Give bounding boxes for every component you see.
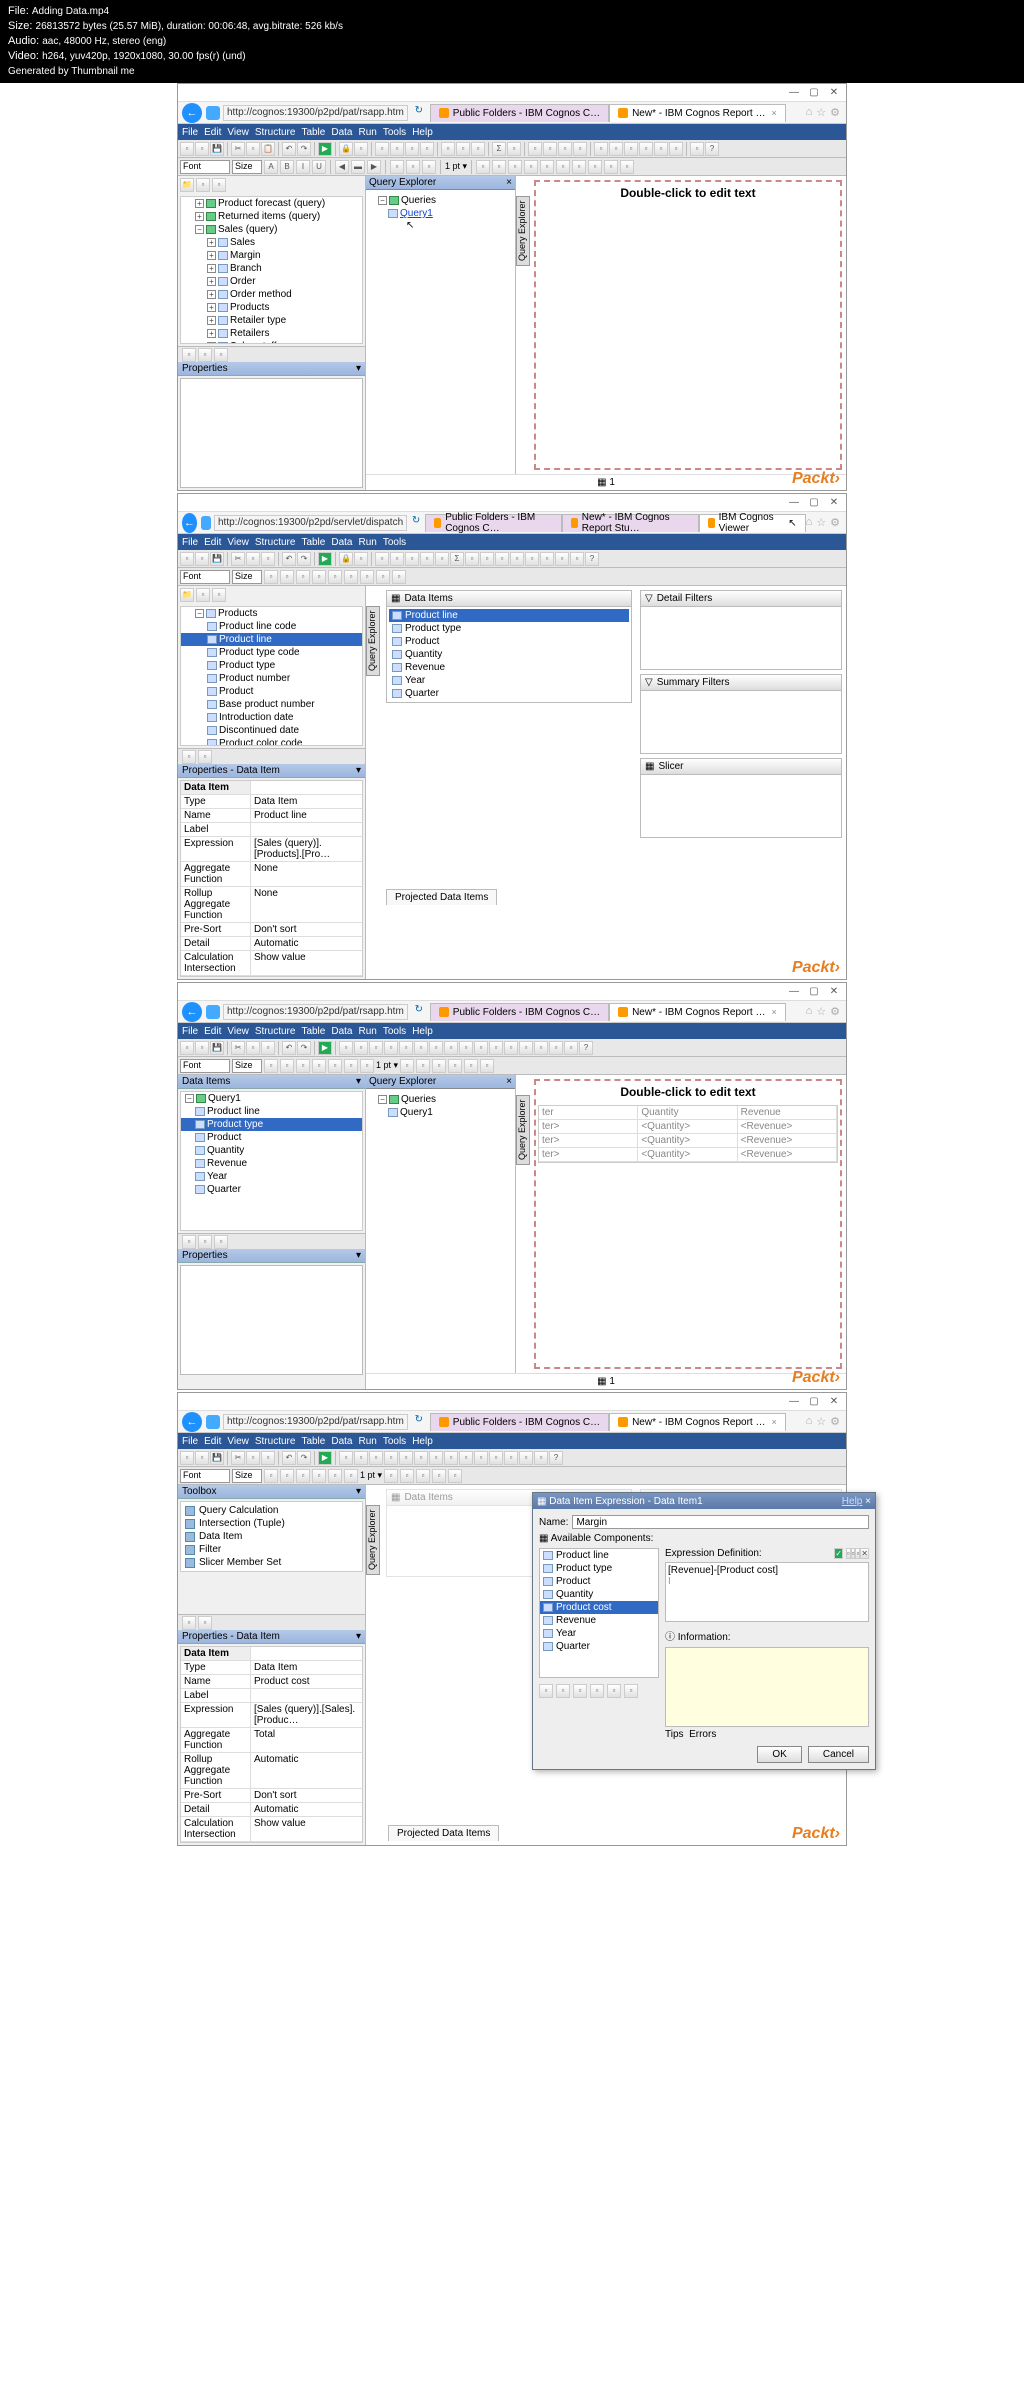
slicer-panel: ▦ Slicer [640, 758, 842, 838]
address-bar[interactable]: http://cognos:19300/p2pd/pat/rsapp.htm [223, 105, 408, 121]
tab-cognos-viewer[interactable]: IBM Cognos Viewer↖ [699, 514, 806, 532]
menu-view[interactable]: View [227, 127, 249, 138]
favorites-icon[interactable]: ☆ [816, 106, 826, 119]
properties-grid-4: Data Item TypeData Item NameProduct cost… [180, 1646, 363, 1843]
size-selector[interactable]: Size [232, 160, 262, 174]
source-tree[interactable]: +Product forecast (query) +Returned item… [180, 196, 363, 344]
expression-textarea[interactable]: [Revenue]-[Product cost]I [665, 1562, 869, 1622]
query1-link[interactable]: Query1 [374, 207, 507, 220]
close-icon[interactable]: × [506, 177, 512, 188]
toolbar-2: Font Size ABIU◀▬▶▫▫▫1 pt ▾▫▫▫▫▫▫▫▫▫▫ [178, 158, 846, 176]
data-items-panel: ▦ Data Items Product line Product type P… [386, 590, 632, 703]
data-preview-grid[interactable]: terQuantityRevenue ter><Quantity><Revenu… [538, 1105, 838, 1163]
menu-help[interactable]: Help [412, 127, 433, 138]
menu-table[interactable]: Table [301, 127, 325, 138]
cognos-icon [439, 108, 449, 118]
name-input[interactable] [572, 1515, 869, 1529]
menu-bar: File Edit View Structure Table Data Run … [178, 124, 846, 140]
information-label: Information: [678, 1632, 731, 1643]
cancel-button[interactable]: Cancel [808, 1746, 869, 1763]
close-icon[interactable]: × [771, 108, 776, 118]
menu-edit[interactable]: Edit [204, 127, 221, 138]
report-canvas: Double-click to edit text terQuantityRev… [534, 1079, 842, 1369]
information-panel [665, 1647, 869, 1727]
collapse-icon[interactable]: ▾ [356, 363, 361, 374]
properties-grid[interactable]: Data Item TypeData Item NameProduct line… [180, 780, 363, 977]
cognos-icon [618, 108, 628, 118]
available-components-label: ▦ Available Components: [539, 1533, 653, 1544]
menu-structure[interactable]: Structure [255, 127, 296, 138]
refresh-button[interactable]: ↻ [411, 105, 427, 121]
expression-definition-label: Expression Definition: [665, 1548, 762, 1560]
tab-new-report[interactable]: New* - IBM Cognos Report …× [609, 104, 786, 122]
screenshot-frame-2: —▢✕ ← http://cognos:19300/p2pd/servlet/d… [177, 493, 847, 980]
screenshot-frame-4: —▢✕ ← http://cognos:19300/p2pd/pat/rsapp… [177, 1392, 847, 1846]
toolbox-panel[interactable]: Query Calculation Intersection (Tuple) D… [180, 1501, 363, 1572]
name-label: Name: [539, 1517, 568, 1528]
font-selector[interactable]: Font [180, 160, 230, 174]
tool-query-calculation[interactable]: Query Calculation [183, 1504, 360, 1517]
menu-run[interactable]: Run [358, 127, 376, 138]
data-item[interactable]: Product line [389, 609, 629, 622]
menu-file[interactable]: File [182, 127, 198, 138]
screenshot-frame-3: —▢✕ ← http://cognos:19300/p2pd/pat/rsapp… [177, 982, 847, 1390]
left-panel: 📁▫▫ +Product forecast (query) +Returned … [178, 176, 366, 490]
projected-data-items-tab[interactable]: Projected Data Items [388, 1825, 499, 1841]
menu-data[interactable]: Data [331, 127, 352, 138]
available-components-tree[interactable]: Product line Product type Product Quanti… [539, 1548, 659, 1678]
dialog-titlebar[interactable]: ▦ Data Item Expression - Data Item1 Help… [533, 1493, 875, 1509]
center-area: Query Explorer× −Queries Query1 ↖ Query … [366, 176, 846, 490]
canvas-placeholder[interactable]: Double-click to edit text [536, 182, 840, 204]
properties-dataitem-title: Properties - Data Item▾ [178, 764, 365, 778]
tool-data-item[interactable]: Data Item [183, 1530, 360, 1543]
data-items-tree[interactable]: −Query1 Product line Product type Produc… [180, 1091, 363, 1231]
new-button[interactable]: ▫ [180, 142, 194, 156]
detail-filters-panel: ▽ Detail Filters [640, 590, 842, 670]
run-button[interactable]: ▶ [318, 142, 332, 156]
properties-panel [180, 378, 363, 488]
validate-button[interactable]: ✓ [834, 1548, 843, 1559]
errors-tab[interactable]: Errors [689, 1729, 716, 1740]
query-explorer-body: −Queries Query1 ↖ [366, 190, 515, 235]
tool-slicer-member-set[interactable]: Slicer Member Set [183, 1556, 360, 1569]
ok-button[interactable]: OK [757, 1746, 801, 1763]
query-explorer-tab[interactable]: Query Explorer [516, 196, 530, 266]
tool-intersection[interactable]: Intersection (Tuple) [183, 1517, 360, 1530]
page-number: ▦ 1 [366, 474, 846, 490]
maximize-button[interactable]: ▢ [808, 87, 820, 99]
tab-public-folders[interactable]: Public Folders - IBM Cognos C… [430, 104, 609, 122]
source-tab-icon[interactable]: 📁 [180, 178, 194, 192]
tool-filter[interactable]: Filter [183, 1543, 360, 1556]
query-explorer-title: Query Explorer× [366, 176, 515, 190]
video-info-header: File: Adding Data.mp4 Size: 26813572 byt… [0, 0, 1024, 83]
back-button[interactable]: ← [182, 103, 202, 123]
dialog-close-icon[interactable]: × [865, 1496, 871, 1507]
screenshot-frame-1: — ▢ ✕ ← http://cognos:19300/p2pd/pat/rsa… [177, 83, 847, 491]
tips-tab[interactable]: Tips [665, 1729, 684, 1740]
summary-filters-panel: ▽ Summary Filters [640, 674, 842, 754]
dialog-help-link[interactable]: Help [842, 1496, 863, 1507]
home-icon[interactable]: ⌂ [806, 106, 813, 119]
expression-dialog: ▦ Data Item Expression - Data Item1 Help… [532, 1492, 876, 1770]
toolbar-1: ▫▫💾✂▫📋↶↷▶🔒▫▫▫▫▫▫▫▫Σ▫▫▫▫▫▫▫▫▫▫▫▫? [178, 140, 846, 158]
close-button[interactable]: ✕ [828, 87, 840, 99]
packt-watermark: Packt› [792, 470, 840, 488]
data-items-header: ▦ Data Items [387, 591, 631, 607]
toolbox-title: Toolbox▾ [178, 1485, 365, 1499]
window-titlebar: — ▢ ✕ [178, 84, 846, 102]
tree-toolbar: ▫▫▫ [178, 346, 365, 362]
data-items-title: Data Items▾ [178, 1075, 365, 1089]
report-canvas[interactable]: Double-click to edit text [534, 180, 842, 470]
menu-tools[interactable]: Tools [383, 127, 406, 138]
gear-icon[interactable]: ⚙ [830, 106, 840, 119]
minimize-button[interactable]: — [788, 87, 800, 99]
address-bar[interactable]: http://cognos:19300/p2pd/servlet/dispatc… [214, 515, 407, 531]
browser-toolbar: ← http://cognos:19300/p2pd/pat/rsapp.htm… [178, 102, 846, 124]
ie-icon [201, 516, 211, 530]
back-button[interactable]: ← [182, 513, 197, 533]
products-tree[interactable]: −Products Product line code Product line… [180, 606, 363, 746]
ie-icon [206, 106, 220, 120]
projected-data-items-tab[interactable]: Projected Data Items [386, 889, 497, 905]
properties-title: Properties▾ [178, 362, 365, 376]
